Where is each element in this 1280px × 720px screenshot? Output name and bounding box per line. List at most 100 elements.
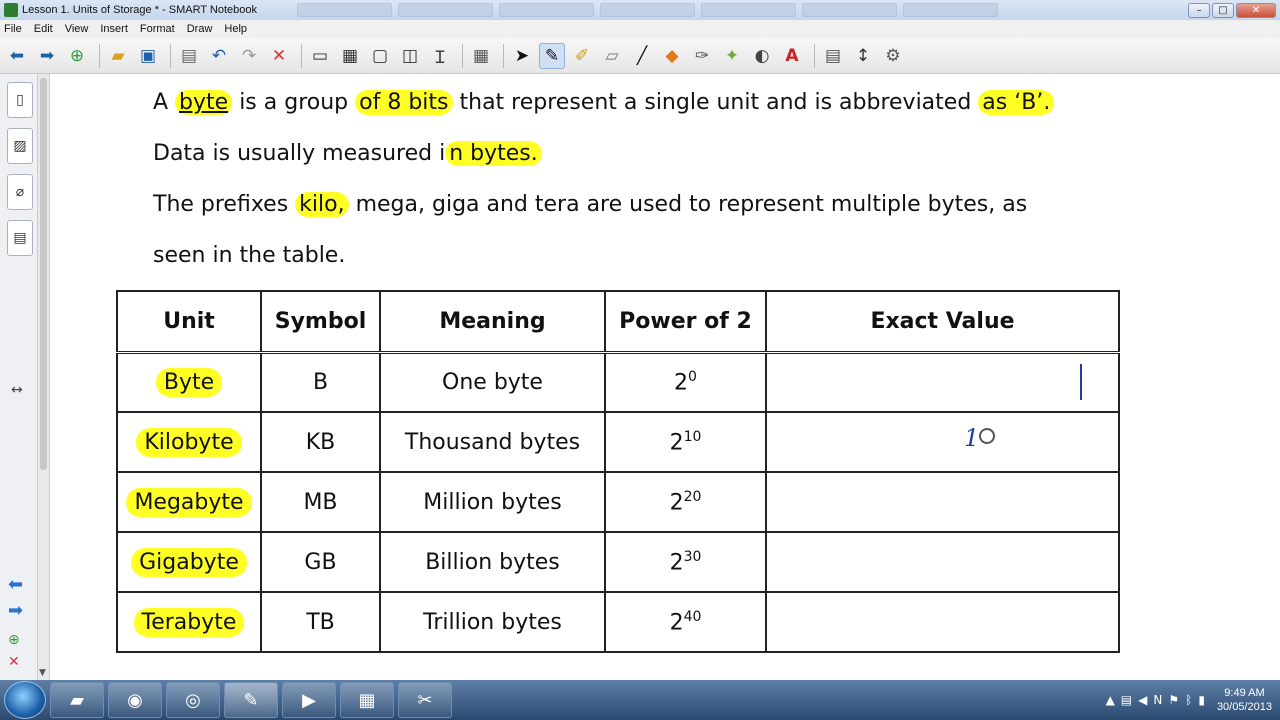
properties-icon[interactable]: ▤ (820, 43, 846, 69)
close-button[interactable]: ✕ (1236, 2, 1276, 18)
symbol-cell: GB (260, 531, 381, 593)
menu-help[interactable]: Help (224, 23, 247, 35)
highlight-bytes: n bytes. (445, 141, 542, 166)
vertical-scrollbar[interactable]: ▼ (38, 74, 50, 680)
shapes-icon[interactable]: ◆ (659, 43, 685, 69)
paragraph-line-4: seen in the table. (153, 243, 346, 268)
meaning-cell: Billion bytes (379, 531, 606, 593)
value-cell[interactable] (765, 591, 1120, 653)
resize-arrow-icon[interactable]: ↔ (11, 382, 23, 398)
calculator-icon[interactable]: ▦ (340, 682, 394, 718)
header-exact-value: Exact Value (765, 290, 1120, 354)
page-sorter-tab[interactable]: ▯ (7, 82, 33, 118)
highlight-abbrev: as ‘B’. (978, 90, 1055, 115)
menu-view[interactable]: View (65, 23, 89, 35)
header-unit: Unit (116, 290, 262, 354)
minimize-button[interactable]: – (1188, 2, 1210, 18)
menu-edit[interactable]: Edit (34, 23, 53, 35)
table-row: Gigabyte GB Billion bytes 230 (116, 531, 1120, 593)
previous-page-icon[interactable]: ⬅ (8, 574, 23, 595)
background-tabs (297, 3, 1188, 17)
symbol-cell: MB (260, 471, 381, 533)
file-explorer-icon[interactable]: ▰ (50, 682, 104, 718)
power-cell: 210 (604, 411, 767, 473)
start-button[interactable] (4, 681, 46, 719)
table-icon[interactable]: ▦ (468, 43, 494, 69)
menu-file[interactable]: File (4, 23, 22, 35)
delete-icon[interactable]: ✕ (266, 43, 292, 69)
table-row: Terabyte TB Trillion bytes 240 (116, 591, 1120, 653)
bluetooth-icon[interactable]: ᛒ (1185, 693, 1192, 707)
onenote-icon[interactable]: N (1153, 693, 1162, 707)
value-cell[interactable] (765, 531, 1120, 593)
smart-notebook-icon[interactable]: ✎ (224, 682, 278, 718)
forward-arrow-icon[interactable]: ➡ (34, 43, 60, 69)
text-tool-icon[interactable]: A (779, 43, 805, 69)
value-cell[interactable] (765, 351, 1120, 413)
back-arrow-icon[interactable]: ⬅ (4, 43, 30, 69)
next-page-icon[interactable]: ➡ (8, 600, 23, 621)
fill-icon[interactable]: ✦ (719, 43, 745, 69)
meaning-cell: Trillion bytes (379, 591, 606, 653)
delete-page-icon[interactable]: ✕ (8, 654, 20, 670)
maximize-button[interactable]: □ (1212, 2, 1234, 18)
properties-tab[interactable]: ▤ (7, 220, 33, 256)
scroll-thumb[interactable] (40, 78, 47, 470)
value-cell[interactable] (765, 411, 1120, 473)
volume-icon[interactable]: ◀ (1138, 693, 1147, 707)
header-power: Power of 2 (604, 290, 767, 354)
meaning-cell: Thousand bytes (379, 411, 606, 473)
flag-icon[interactable]: ⚑ (1168, 693, 1179, 707)
notebook-canvas[interactable]: A byte is a group of 8 bits that represe… (51, 74, 1280, 680)
snipping-tool-icon[interactable]: ✂ (398, 682, 452, 718)
line-icon[interactable]: ╱ (629, 43, 655, 69)
select-icon[interactable]: ➤ (509, 43, 535, 69)
add-page-icon[interactable]: ⊕ (64, 43, 90, 69)
power-cell: 20 (604, 351, 767, 413)
clock[interactable]: 9:49 AM 30/05/2013 (1217, 686, 1272, 714)
power-icon[interactable]: ▮ (1198, 693, 1205, 707)
screen-capture-icon[interactable]: ◫ (397, 43, 423, 69)
paragraph-line-3: The prefixes kilo, mega, giga and tera a… (153, 192, 1028, 217)
scroll-down-icon[interactable]: ▼ (39, 668, 46, 678)
header-meaning: Meaning (379, 290, 606, 354)
window-title: Lesson 1. Units of Storage * - SMART Not… (22, 4, 257, 16)
save-icon[interactable]: ▣ (135, 43, 161, 69)
creative-pen-icon[interactable]: ✐ (569, 43, 595, 69)
chrome-icon[interactable]: ◎ (166, 682, 220, 718)
magic-pen-icon[interactable]: ✑ (689, 43, 715, 69)
network-icon[interactable]: ▤ (1121, 693, 1132, 707)
taskbar: ▰ ◉ ◎ ✎ ▶ ▦ ✂ ▲ ▤ ◀ N ⚑ ᛒ ▮ 9:49 AM 30/0… (0, 680, 1280, 720)
paste-icon[interactable]: ▤ (176, 43, 202, 69)
pen-icon[interactable]: ✎ (539, 42, 565, 69)
move-toolbar-icon[interactable]: ↕ (850, 43, 876, 69)
record-icon[interactable]: ▢ (367, 43, 393, 69)
highlight-kilo: kilo, (295, 192, 349, 217)
gallery-tab[interactable]: ▨ (7, 128, 33, 164)
display-icon[interactable]: ▦ (337, 43, 363, 69)
table-row: Megabyte MB Million bytes 220 (116, 471, 1120, 533)
system-tray: ▲ ▤ ◀ N ⚑ ᛒ ▮ 9:49 AM 30/05/2013 (1106, 686, 1272, 714)
firefox-icon[interactable]: ◉ (108, 682, 162, 718)
unit-kilobyte: Kilobyte (136, 427, 242, 457)
add-page-icon[interactable]: ⊕ (8, 632, 20, 648)
meaning-cell: One byte (379, 351, 606, 413)
menu-draw[interactable]: Draw (187, 23, 213, 35)
open-file-icon[interactable]: ▰ (105, 43, 131, 69)
menu-format[interactable]: Format (140, 23, 175, 35)
highlight-byte: byte (175, 90, 233, 115)
customize-icon[interactable]: ⚙ (880, 43, 906, 69)
pen-stroke (1080, 364, 1082, 400)
text-icon[interactable]: Ｉ (427, 43, 453, 69)
screen-shade-icon[interactable]: ▭ (307, 43, 333, 69)
eraser-icon[interactable]: ▱ (599, 43, 625, 69)
value-cell[interactable] (765, 471, 1120, 533)
undo-icon[interactable]: ↶ (206, 43, 232, 69)
fill-bucket-icon[interactable]: ◐ (749, 43, 775, 69)
tray-arrow-icon[interactable]: ▲ (1106, 693, 1115, 707)
power-cell: 220 (604, 471, 767, 533)
media-player-icon[interactable]: ▶ (282, 682, 336, 718)
attachments-tab[interactable]: ⌀ (7, 174, 33, 210)
menu-insert[interactable]: Insert (100, 23, 128, 35)
redo-icon[interactable]: ↷ (236, 43, 262, 69)
